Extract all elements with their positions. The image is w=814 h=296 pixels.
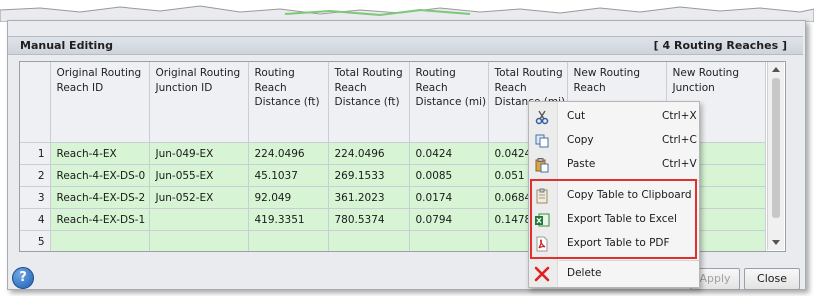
junction-id-cell[interactable]: Jun-049-EX — [149, 142, 249, 165]
menu-item-label: Copy — [567, 134, 594, 146]
highlight-box — [530, 179, 697, 259]
column-header[interactable]: Original Routing Junction ID — [149, 62, 249, 143]
menu-item-shortcut: Ctrl+V — [662, 158, 697, 170]
row-number: 1 — [20, 142, 51, 165]
junction-id-cell[interactable]: Jun-055-EX — [149, 164, 249, 187]
scroll-down-icon[interactable] — [772, 240, 780, 245]
distance-mi-cell[interactable]: 0.0174 — [409, 186, 489, 209]
scissors-icon — [535, 110, 549, 125]
help-icon[interactable]: ? — [12, 267, 34, 289]
distance-mi-cell[interactable]: 0.0794 — [409, 208, 489, 231]
distance-mi-cell[interactable]: 0.0085 — [409, 164, 489, 187]
total-distance-ft-cell[interactable]: 361.2023 — [328, 186, 410, 209]
distance-mi-cell[interactable] — [409, 230, 489, 251]
row-number: 4 — [20, 208, 51, 231]
distance-ft-cell[interactable]: 419.3351 — [248, 208, 329, 231]
total-distance-ft-cell[interactable]: 224.0496 — [328, 142, 410, 165]
junction-id-cell[interactable] — [149, 230, 249, 251]
menu-item-copy[interactable]: Copy Ctrl+C — [529, 130, 699, 152]
menu-item-label: Delete — [567, 267, 602, 279]
panel-titlebar: Manual Editing [ 4 Routing Reaches ] — [8, 36, 803, 55]
menu-item-cut[interactable]: Cut Ctrl+X — [529, 106, 699, 128]
reach-id-cell[interactable]: Reach-4-EX-DS-2 — [50, 186, 150, 209]
routing-reach-count: [ 4 Routing Reaches ] — [653, 39, 787, 52]
column-header[interactable]: Total Routing Reach Distance (ft) — [328, 62, 410, 143]
reach-id-cell[interactable]: Reach-4-EX-DS-0 — [50, 164, 150, 187]
row-number: 2 — [20, 164, 51, 187]
column-header[interactable]: Original Routing Reach ID — [50, 62, 150, 143]
row-number-header — [20, 62, 51, 143]
reach-id-cell[interactable] — [50, 230, 150, 251]
distance-ft-cell[interactable]: 45.1037 — [248, 164, 329, 187]
total-distance-ft-cell[interactable]: 269.1533 — [328, 164, 410, 187]
column-header[interactable]: Routing Reach Distance (ft) — [248, 62, 329, 143]
reach-id-cell[interactable]: Reach-4-EX — [50, 142, 150, 165]
distance-ft-cell[interactable]: 92.049 — [248, 186, 329, 209]
distance-mi-cell[interactable]: 0.0424 — [409, 142, 489, 165]
column-header[interactable]: Routing Reach Distance (mi) — [409, 62, 489, 143]
copy-icon — [535, 134, 549, 148]
menu-item-label: Paste — [567, 158, 596, 170]
distance-ft-cell[interactable]: 224.0496 — [248, 142, 329, 165]
row-number: 5 — [20, 230, 51, 251]
menu-separator — [559, 260, 699, 261]
total-distance-ft-cell[interactable] — [328, 230, 410, 251]
menu-item-shortcut: Ctrl+C — [662, 134, 697, 146]
reach-id-cell[interactable]: Reach-4-EX-DS-1 — [50, 208, 150, 231]
row-number: 3 — [20, 186, 51, 209]
menu-item-delete[interactable]: Delete — [529, 263, 699, 285]
menu-item-shortcut: Ctrl+X — [662, 110, 697, 122]
vertical-scrollbar[interactable] — [767, 62, 784, 250]
junction-id-cell[interactable] — [149, 208, 249, 231]
menu-item-label: Cut — [567, 110, 586, 122]
menu-item-paste[interactable]: Paste Ctrl+V — [529, 154, 699, 176]
distance-ft-cell[interactable] — [248, 230, 329, 251]
delete-x-icon — [534, 266, 550, 282]
scroll-up-icon[interactable] — [772, 67, 780, 72]
total-distance-ft-cell[interactable]: 780.5374 — [328, 208, 410, 231]
junction-id-cell[interactable]: Jun-052-EX — [149, 186, 249, 209]
close-button[interactable]: Close — [744, 268, 800, 290]
torn-edge — [0, 5, 814, 22]
scroll-thumb[interactable] — [772, 78, 780, 218]
paste-icon — [535, 158, 549, 173]
panel-title: Manual Editing — [20, 39, 113, 52]
